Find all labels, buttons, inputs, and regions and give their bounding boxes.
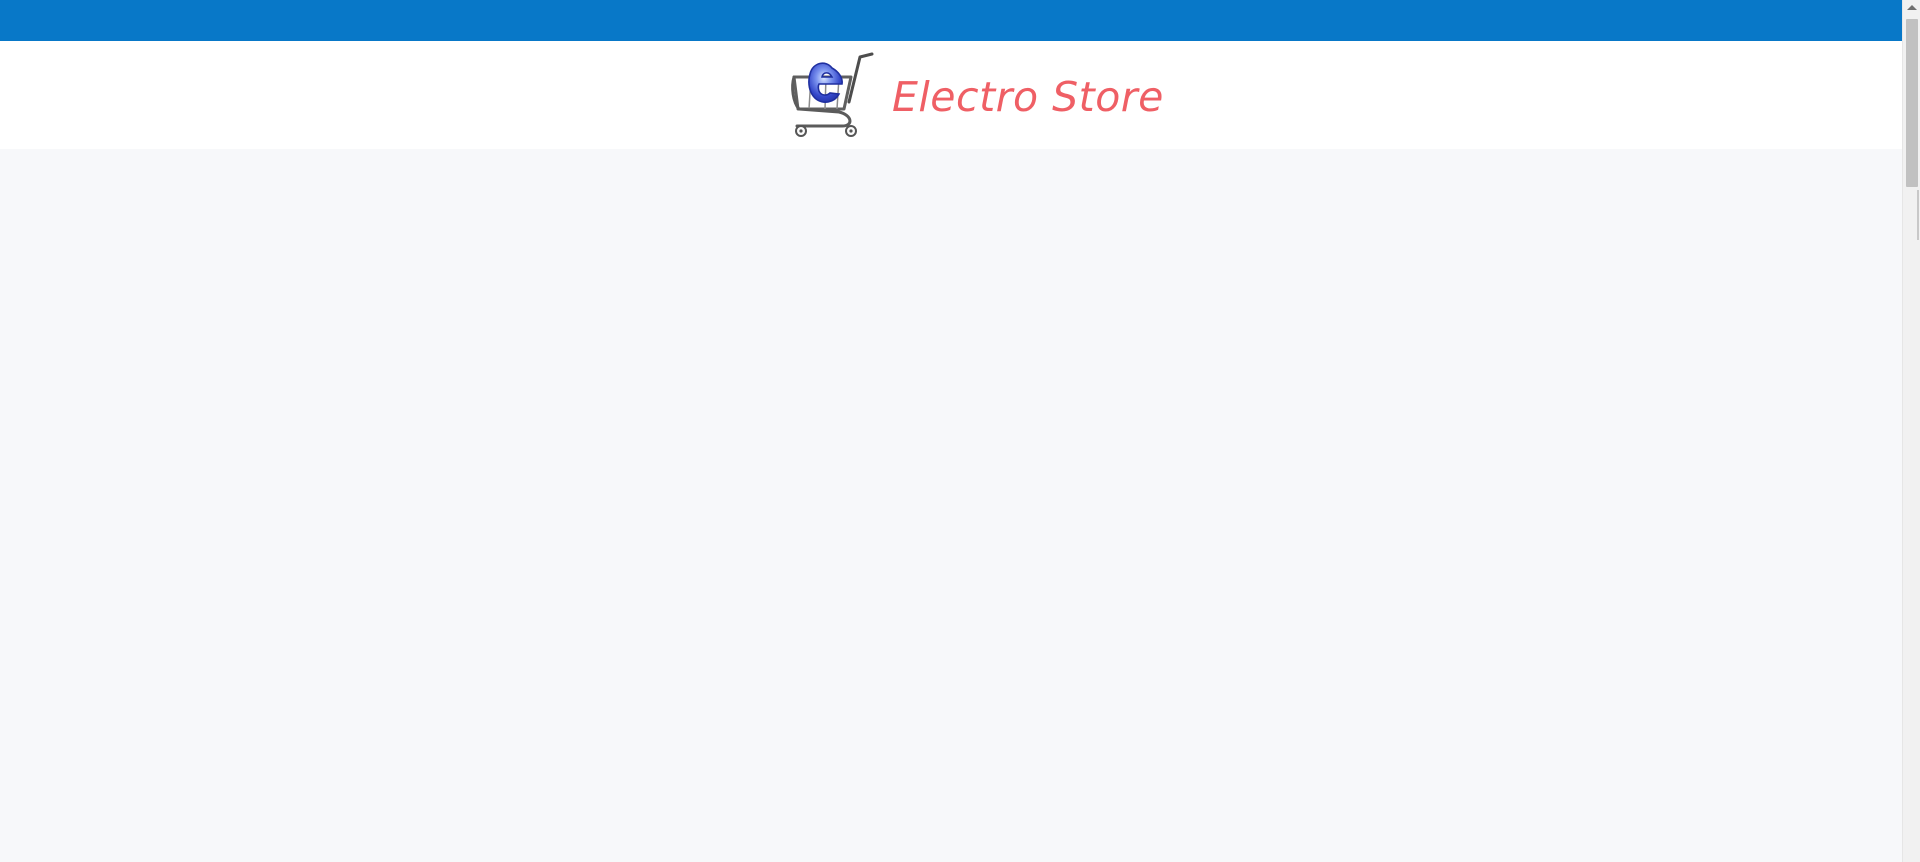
- page: Electro Store: [0, 0, 1920, 862]
- scrollbar-thumb[interactable]: [1906, 19, 1918, 187]
- main-content: [0, 149, 1902, 862]
- scroll-up-icon[interactable]: [1907, 5, 1917, 10]
- shopping-cart-with-e-icon: [791, 52, 874, 137]
- top-bar: [0, 0, 1902, 41]
- store-home-link[interactable]: Electro Store: [786, 49, 1164, 141]
- scrollbar-marker: [1917, 190, 1919, 240]
- store-name: Electro Store: [892, 72, 1164, 121]
- site-header: Electro Store: [0, 41, 1902, 149]
- vertical-scrollbar[interactable]: [1902, 0, 1920, 862]
